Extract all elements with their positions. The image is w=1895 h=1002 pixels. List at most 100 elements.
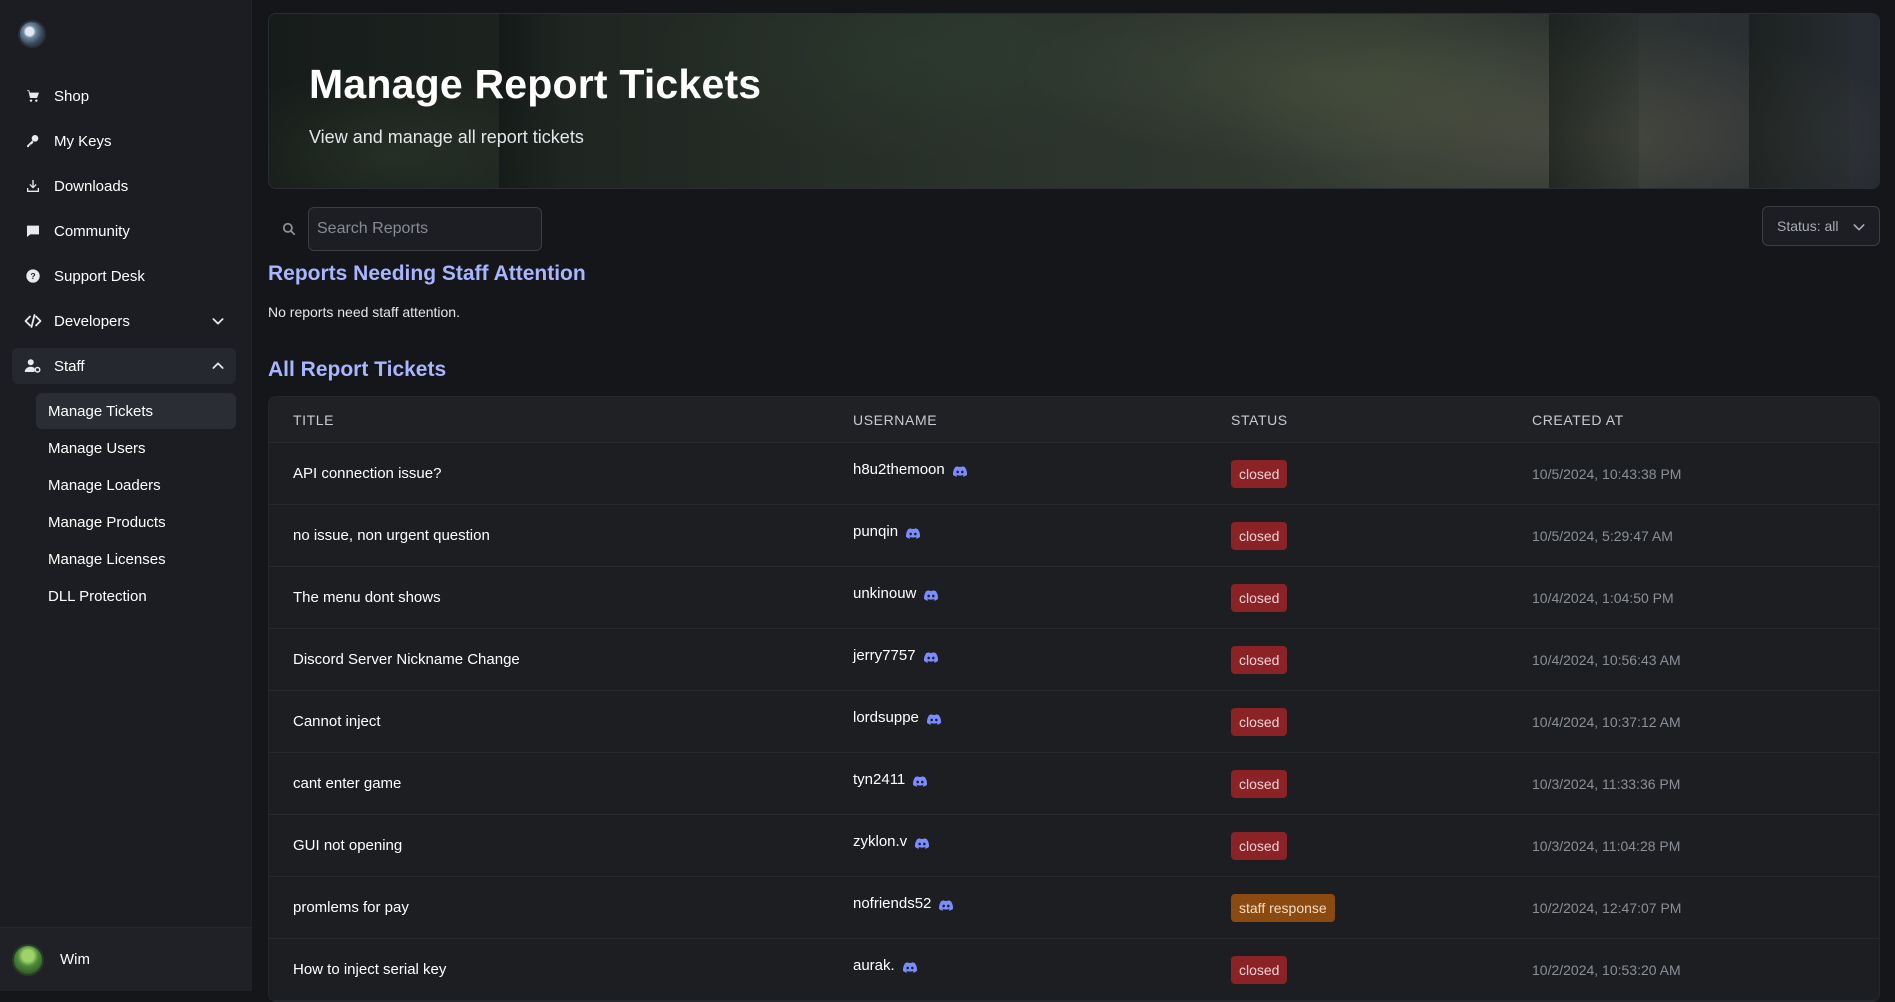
subnav-dll-protection[interactable]: DLL Protection	[36, 578, 236, 614]
sidebar-item-label: Developers	[54, 312, 130, 330]
search-input[interactable]	[308, 207, 542, 251]
ticket-created-at: 10/4/2024, 1:04:50 PM	[1532, 589, 1674, 606]
attention-empty-message: No reports need staff attention.	[268, 304, 460, 320]
subnav-manage-tickets[interactable]: Manage Tickets	[36, 393, 236, 429]
ticket-created-at: 10/4/2024, 10:56:43 AM	[1532, 651, 1681, 668]
status-badge: closed	[1231, 645, 1288, 674]
table-row[interactable]: cant enter game tyn2411 closed 10/3/2024, 1…	[269, 753, 1879, 815]
ticket-username: aurak.	[853, 957, 895, 974]
ticket-status-cell: staff response	[1212, 893, 1514, 922]
ticket-username-cell: jerry7757	[833, 647, 1212, 664]
ticket-title[interactable]: no issue, non urgent question	[269, 527, 833, 544]
tickets-table: TITLE USERNAME STATUS CREATED AT API con…	[268, 396, 1880, 1002]
column-header-username[interactable]: USERNAME	[833, 412, 1212, 428]
code-icon	[24, 312, 42, 330]
table-header: TITLE USERNAME STATUS CREATED AT	[269, 397, 1879, 443]
discord-icon	[913, 774, 929, 787]
svg-text:?: ?	[30, 271, 35, 281]
ticket-status-cell: closed	[1212, 459, 1514, 488]
ticket-title[interactable]: cant enter game	[269, 775, 833, 792]
table-row[interactable]: Discord Server Nickname Change jerry7757 c…	[269, 629, 1879, 691]
help-icon: ?	[24, 267, 42, 285]
status-badge: closed	[1231, 459, 1288, 488]
main-content: Manage Report Tickets View and manage al…	[268, 13, 1880, 1002]
ticket-created-at: 10/2/2024, 12:47:07 PM	[1532, 899, 1682, 916]
ticket-title[interactable]: GUI not opening	[269, 837, 833, 854]
ticket-created-at: 10/3/2024, 11:33:36 PM	[1532, 775, 1681, 792]
status-filter-label: Status: all	[1777, 218, 1839, 234]
ticket-username: tyn2411	[853, 771, 906, 788]
discord-icon	[902, 960, 919, 973]
ticket-username: unkinouw	[853, 585, 917, 602]
page-banner: Manage Report Tickets View and manage al…	[268, 13, 1880, 189]
ticket-username: h8u2themoon	[853, 461, 945, 478]
ticket-created-at: 10/5/2024, 10:43:38 PM	[1532, 465, 1682, 482]
ticket-title[interactable]: The menu dont shows	[269, 589, 833, 606]
ticket-username: punqin	[853, 523, 899, 540]
status-badge: closed	[1231, 583, 1288, 612]
ticket-created-at: 10/5/2024, 5:29:47 AM	[1532, 527, 1673, 544]
sidebar-item-staff[interactable]: Staff	[12, 348, 236, 384]
ticket-created-at: 10/3/2024, 11:04:28 PM	[1532, 837, 1681, 854]
chevron-down-icon	[1851, 219, 1867, 235]
subnav-manage-loaders[interactable]: Manage Loaders	[36, 467, 236, 503]
subnav-manage-users[interactable]: Manage Users	[36, 430, 236, 466]
sidebar-item-shop[interactable]: Shop	[12, 78, 236, 114]
status-badge: closed	[1231, 521, 1288, 550]
status-badge: closed	[1231, 831, 1288, 860]
all-tickets-section-title: All Report Tickets	[268, 358, 447, 381]
ticket-username: lordsuppe	[853, 709, 919, 726]
ticket-title[interactable]: promlems for pay	[269, 899, 833, 916]
discord-icon	[915, 836, 931, 849]
column-header-created-at[interactable]: CREATED AT	[1514, 412, 1879, 428]
page-title: Manage Report Tickets	[309, 61, 762, 107]
search-bar	[268, 206, 543, 252]
user-profile[interactable]: Wim	[0, 927, 252, 991]
column-header-title[interactable]: TITLE	[269, 412, 833, 428]
cart-icon	[24, 87, 42, 105]
table-row[interactable]: GUI not opening zyklon.v closed 10/3/2024, …	[269, 815, 1879, 877]
sidebar-item-label: My Keys	[54, 132, 112, 150]
key-icon	[24, 132, 42, 150]
ticket-title[interactable]: How to inject serial key	[269, 961, 833, 978]
ticket-title[interactable]: Cannot inject	[269, 713, 833, 730]
staff-subnav: Manage Tickets Manage Users Manage Loade…	[36, 393, 236, 614]
sidebar-item-label: Community	[54, 222, 130, 240]
toolbar: Status: all	[268, 206, 1880, 252]
status-badge: closed	[1231, 707, 1288, 736]
chevron-up-icon[interactable]	[210, 358, 226, 374]
status-filter-dropdown[interactable]: Status: all	[1762, 206, 1880, 246]
discord-icon	[952, 464, 969, 477]
table-body: API connection issue? h8u2themoon closed 10…	[269, 443, 1879, 1001]
sidebar-item-my-keys[interactable]: My Keys	[12, 123, 236, 159]
subnav-manage-licenses[interactable]: Manage Licenses	[36, 541, 236, 577]
sidebar-item-developers[interactable]: Developers	[12, 303, 236, 339]
ticket-status-cell: closed	[1212, 955, 1514, 984]
table-row[interactable]: no issue, non urgent question punqin close…	[269, 505, 1879, 567]
ticket-status-cell: closed	[1212, 707, 1514, 736]
sidebar-item-downloads[interactable]: Downloads	[12, 168, 236, 204]
discord-icon	[906, 526, 922, 539]
status-badge: staff response	[1231, 893, 1335, 922]
table-row[interactable]: How to inject serial key aurak. closed 10/2…	[269, 939, 1879, 1001]
sidebar-item-community[interactable]: Community	[12, 213, 236, 249]
table-row[interactable]: API connection issue? h8u2themoon closed 10…	[269, 443, 1879, 505]
ticket-title[interactable]: API connection issue?	[269, 465, 833, 482]
table-row[interactable]: The menu dont shows unkinouw closed 10/4/20…	[269, 567, 1879, 629]
app-logo[interactable]	[18, 20, 46, 48]
table-row[interactable]: promlems for pay nofriends52 staff respons…	[269, 877, 1879, 939]
ticket-username: zyklon.v	[853, 833, 908, 850]
chevron-down-icon[interactable]	[210, 313, 226, 329]
column-header-status[interactable]: STATUS	[1212, 412, 1514, 428]
table-row[interactable]: Cannot inject lordsuppe closed 10/4/2024, 1…	[269, 691, 1879, 753]
ticket-username-cell: punqin	[833, 523, 1212, 540]
avatar	[12, 943, 44, 976]
sidebar-item-support-desk[interactable]: ? Support Desk	[12, 258, 236, 294]
ticket-created-at: 10/2/2024, 10:53:20 AM	[1532, 961, 1681, 978]
ticket-title[interactable]: Discord Server Nickname Change	[269, 651, 833, 668]
ticket-username-cell: nofriends52	[833, 895, 1212, 912]
staff-icon	[24, 357, 42, 375]
subnav-manage-products[interactable]: Manage Products	[36, 504, 236, 540]
chat-icon	[24, 222, 42, 240]
attention-section-title: Reports Needing Staff Attention	[268, 262, 586, 285]
